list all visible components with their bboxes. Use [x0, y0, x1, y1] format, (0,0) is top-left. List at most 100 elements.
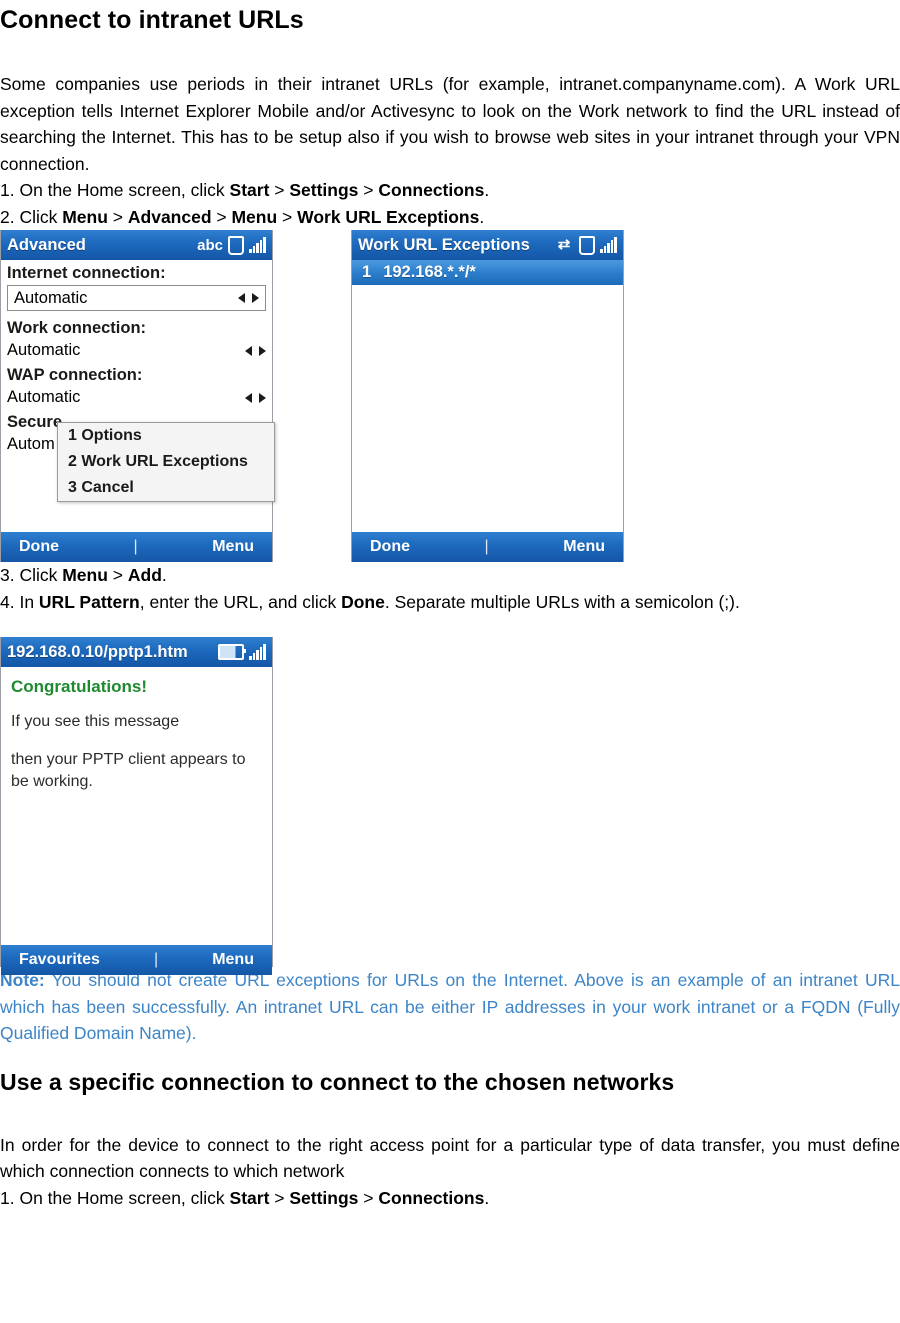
- sep: >: [107, 565, 128, 585]
- step-4-prefix: 4. In: [0, 591, 39, 612]
- titlebar-exceptions: Work URL Exceptions ⇄: [352, 230, 623, 260]
- browser-url-title: 192.168.0.10/pptp1.htm: [7, 642, 188, 661]
- step-2-prefix: 2. Click: [0, 206, 63, 227]
- step-1-prefix: 1. On the Home screen, click: [0, 180, 230, 200]
- titlebar-browser: 192.168.0.10/pptp1.htm: [1, 637, 272, 667]
- sep: >: [269, 180, 290, 200]
- sep: >: [358, 1187, 379, 1208]
- exceptions-list: 1 192.168.*.*/*: [352, 260, 623, 532]
- chevron-left-icon[interactable]: [238, 293, 245, 303]
- page-title: Connect to intranet URLs: [0, 6, 304, 34]
- chevron-left-icon[interactable]: [245, 392, 252, 403]
- context-menu[interactable]: 1 Options 2 Work URL Exceptions 3 Cancel: [57, 422, 275, 502]
- softkey-done[interactable]: Done: [19, 538, 59, 556]
- step-2-menu: Menu: [62, 206, 108, 227]
- screenshot-row-2: 192.168.0.10/pptp1.htm Congratulations! …: [0, 637, 900, 975]
- section-step-1-settings: Settings: [289, 1187, 359, 1208]
- titlebar-title: Work URL Exceptions: [358, 235, 530, 254]
- screenshot-row-1: Advanced abc Internet connection: Automa…: [0, 230, 900, 562]
- menu-item-cancel[interactable]: 3 Cancel: [58, 475, 274, 501]
- menu-item-options[interactable]: 1 Options: [58, 423, 274, 449]
- chevron-right-icon[interactable]: [252, 293, 259, 303]
- note-text: You should not create URL exceptions for…: [0, 970, 900, 1043]
- titlebar-status-area: abc: [197, 235, 266, 255]
- browser-line-1: If you see this message: [11, 713, 180, 730]
- step-3-add: Add: [127, 565, 162, 585]
- step-2: 2. Click Menu > Advanced > Menu > Work U…: [0, 204, 900, 231]
- menu-item-work-url-exceptions[interactable]: 2 Work URL Exceptions: [58, 449, 274, 475]
- screenshot-advanced-settings: Advanced abc Internet connection: Automa…: [0, 230, 275, 562]
- softkey-bar-advanced: Done | Menu: [1, 532, 272, 562]
- softkey-separator: |: [484, 538, 489, 555]
- section-step-1-start: Start: [229, 1187, 270, 1208]
- softkey-separator: |: [153, 951, 159, 968]
- softkey-bar-exceptions: Done | Menu: [352, 532, 623, 562]
- section-step-1-prefix: 1. On the Home screen, click: [0, 1187, 230, 1208]
- step-3-prefix: 3. Click: [0, 565, 63, 585]
- spinner-arrows[interactable]: [245, 345, 266, 356]
- signal-bars-icon: [249, 644, 266, 660]
- input-mode-label: abc: [197, 236, 223, 254]
- battery-icon: [218, 644, 246, 660]
- softkey-done[interactable]: Done: [370, 538, 410, 556]
- step-4: 4. In URL Pattern, enter the URL, and cl…: [0, 589, 900, 616]
- softkey-bar-browser: Favourites | Menu: [1, 945, 272, 975]
- screenshot-work-url-exceptions: Work URL Exceptions ⇄ 1 192.168.*.*/* Do…: [351, 230, 624, 562]
- section-heading: Use a specific connection to connect to …: [0, 1068, 675, 1095]
- list-item-url-pattern: 192.168.*.*/*: [383, 263, 476, 281]
- chevron-left-icon[interactable]: [245, 345, 252, 356]
- step-2-suffix: .: [479, 206, 485, 227]
- work-connection-value: Automatic: [7, 341, 81, 359]
- sep: >: [277, 206, 298, 227]
- softkey-menu[interactable]: Menu: [212, 538, 254, 556]
- step-3: 3. Click Menu > Add.: [0, 562, 900, 589]
- titlebar-status-area: [218, 644, 266, 660]
- intro-paragraph: Some companies use periods in their intr…: [0, 74, 900, 174]
- browser-line-2: then your PPTP client appears to be work…: [11, 751, 246, 790]
- step-3-menu: Menu: [62, 565, 108, 585]
- internet-connection-select[interactable]: Automatic: [7, 285, 266, 311]
- spinner-arrows[interactable]: [245, 392, 266, 403]
- sync-connection-icon: ⇄: [557, 236, 571, 253]
- section-step-1: 1. On the Home screen, click Start > Set…: [0, 1185, 900, 1212]
- section-paragraph: In order for the device to connect to th…: [0, 1134, 900, 1182]
- wap-connection-value: Automatic: [7, 388, 81, 406]
- work-connection-select[interactable]: Automatic: [1, 339, 272, 362]
- list-item-index: 1: [362, 263, 372, 281]
- advanced-settings-body: Internet connection: Automatic Work conn…: [1, 260, 275, 532]
- softkey-menu[interactable]: Menu: [212, 951, 254, 969]
- step-2-menu-2: Menu: [231, 206, 278, 227]
- step-1-suffix: .: [484, 180, 490, 200]
- sep: >: [211, 206, 232, 227]
- signal-bars-icon: [249, 237, 266, 253]
- softkey-favourites[interactable]: Favourites: [19, 951, 100, 969]
- sep: >: [269, 1187, 290, 1208]
- sep: >: [358, 180, 379, 200]
- chevron-right-icon[interactable]: [259, 392, 266, 403]
- note-paragraph: Note: You should not create URL exceptio…: [0, 967, 900, 1047]
- step-1-settings: Settings: [289, 180, 359, 200]
- spinner-arrows[interactable]: [238, 293, 259, 303]
- wap-connection-label: WAP connection:: [7, 366, 143, 384]
- step-3-suffix: .: [161, 565, 167, 585]
- section-step-1-connections: Connections: [378, 1187, 485, 1208]
- step-4-url-pattern: URL Pattern: [38, 591, 140, 612]
- step-2-work-url-exceptions: Work URL Exceptions: [297, 206, 480, 227]
- internet-connection-value: Automatic: [14, 288, 88, 307]
- step-2-advanced: Advanced: [127, 206, 212, 227]
- list-item[interactable]: 1 192.168.*.*/*: [352, 260, 623, 285]
- screenshot-browser-pptp: 192.168.0.10/pptp1.htm Congratulations! …: [0, 637, 273, 975]
- phone-icon: [228, 235, 244, 255]
- chevron-right-icon[interactable]: [259, 345, 266, 356]
- signal-bars-icon: [600, 237, 617, 253]
- work-connection-label: Work connection:: [7, 319, 147, 337]
- sep: >: [107, 206, 128, 227]
- step-4-mid: , enter the URL, and click: [139, 591, 342, 612]
- titlebar-advanced: Advanced abc: [1, 230, 272, 260]
- wap-connection-select[interactable]: Automatic: [1, 386, 272, 409]
- softkey-menu[interactable]: Menu: [563, 538, 605, 556]
